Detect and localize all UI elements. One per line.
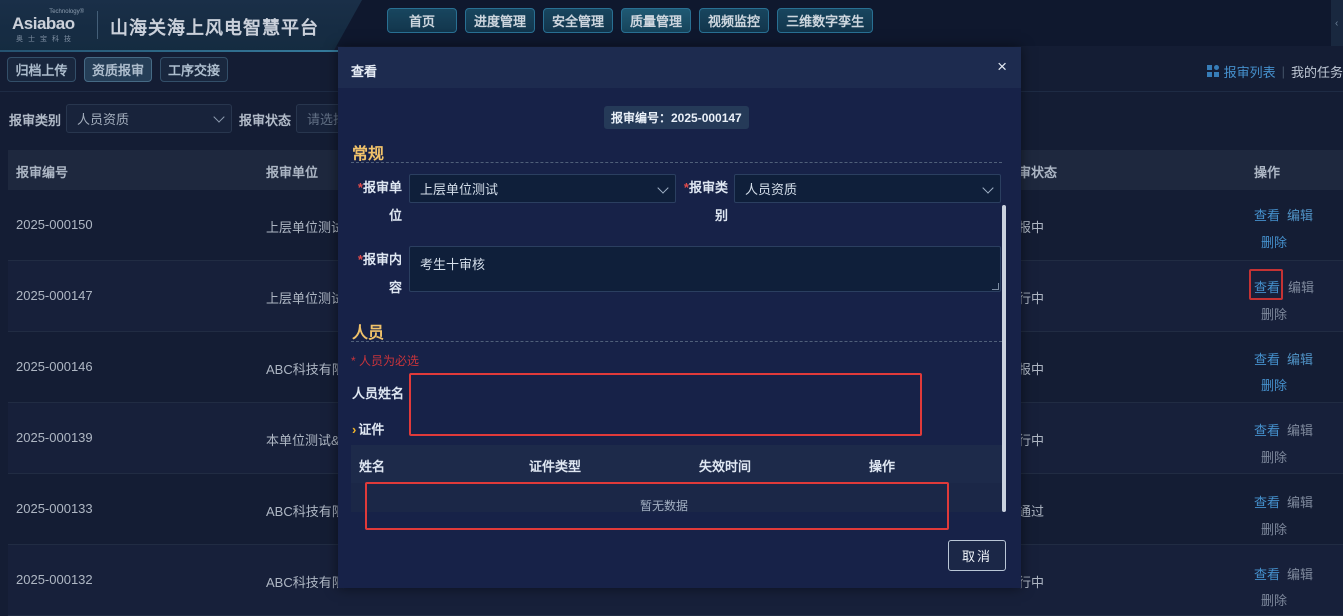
chevron-down-icon: [657, 182, 669, 194]
chevron-right-icon: ›: [352, 422, 357, 437]
cert-table-header: 姓名 证件类型 失效时间 操作: [351, 445, 1002, 483]
personnel-required-hint: * 人员为必选: [351, 354, 420, 368]
cert-header-name: 姓名: [359, 459, 386, 474]
content-textarea-value: 考生十审核: [420, 257, 486, 272]
view-dialog: 查看 × 报审编号：2025-000147 常规 *报审单 位 上层单位测试 *…: [338, 47, 1021, 588]
cert-table-highlight-box: [365, 482, 949, 530]
unit-label: *报审单 位: [357, 180, 402, 223]
category-select[interactable]: 人员资质: [734, 174, 1001, 203]
cert-label: › 证件: [352, 422, 385, 437]
cert-header-expiry: 失效时间: [699, 459, 752, 474]
category-select-value: 人员资质: [745, 182, 798, 197]
content-label: *报审内 容: [357, 252, 402, 295]
section-general-title: 常规: [352, 146, 385, 163]
resize-grip-icon[interactable]: [992, 283, 999, 290]
content-textarea[interactable]: 考生十审核: [409, 246, 1001, 292]
section-divider: [351, 341, 1002, 342]
unit-select-value: 上层单位测试: [420, 182, 499, 197]
review-code-badge: 报审编号：2025-000147: [604, 106, 749, 129]
dialog-title: 查看: [351, 64, 378, 79]
close-icon[interactable]: ×: [997, 57, 1007, 77]
cancel-button[interactable]: 取消: [948, 540, 1006, 571]
unit-select[interactable]: 上层单位测试: [409, 174, 676, 203]
category-label: *报审类 别: [683, 180, 728, 223]
person-name-highlight-box[interactable]: [409, 373, 922, 436]
dialog-scrollbar[interactable]: [1002, 205, 1006, 512]
section-personnel-title: 人员: [352, 325, 385, 342]
person-name-label: 人员姓名: [352, 386, 405, 401]
dialog-header: 查看 ×: [338, 47, 1021, 88]
section-divider: [351, 162, 1002, 163]
cert-header-actions: 操作: [869, 459, 896, 474]
cert-header-type: 证件类型: [529, 459, 582, 474]
chevron-down-icon: [982, 182, 994, 194]
